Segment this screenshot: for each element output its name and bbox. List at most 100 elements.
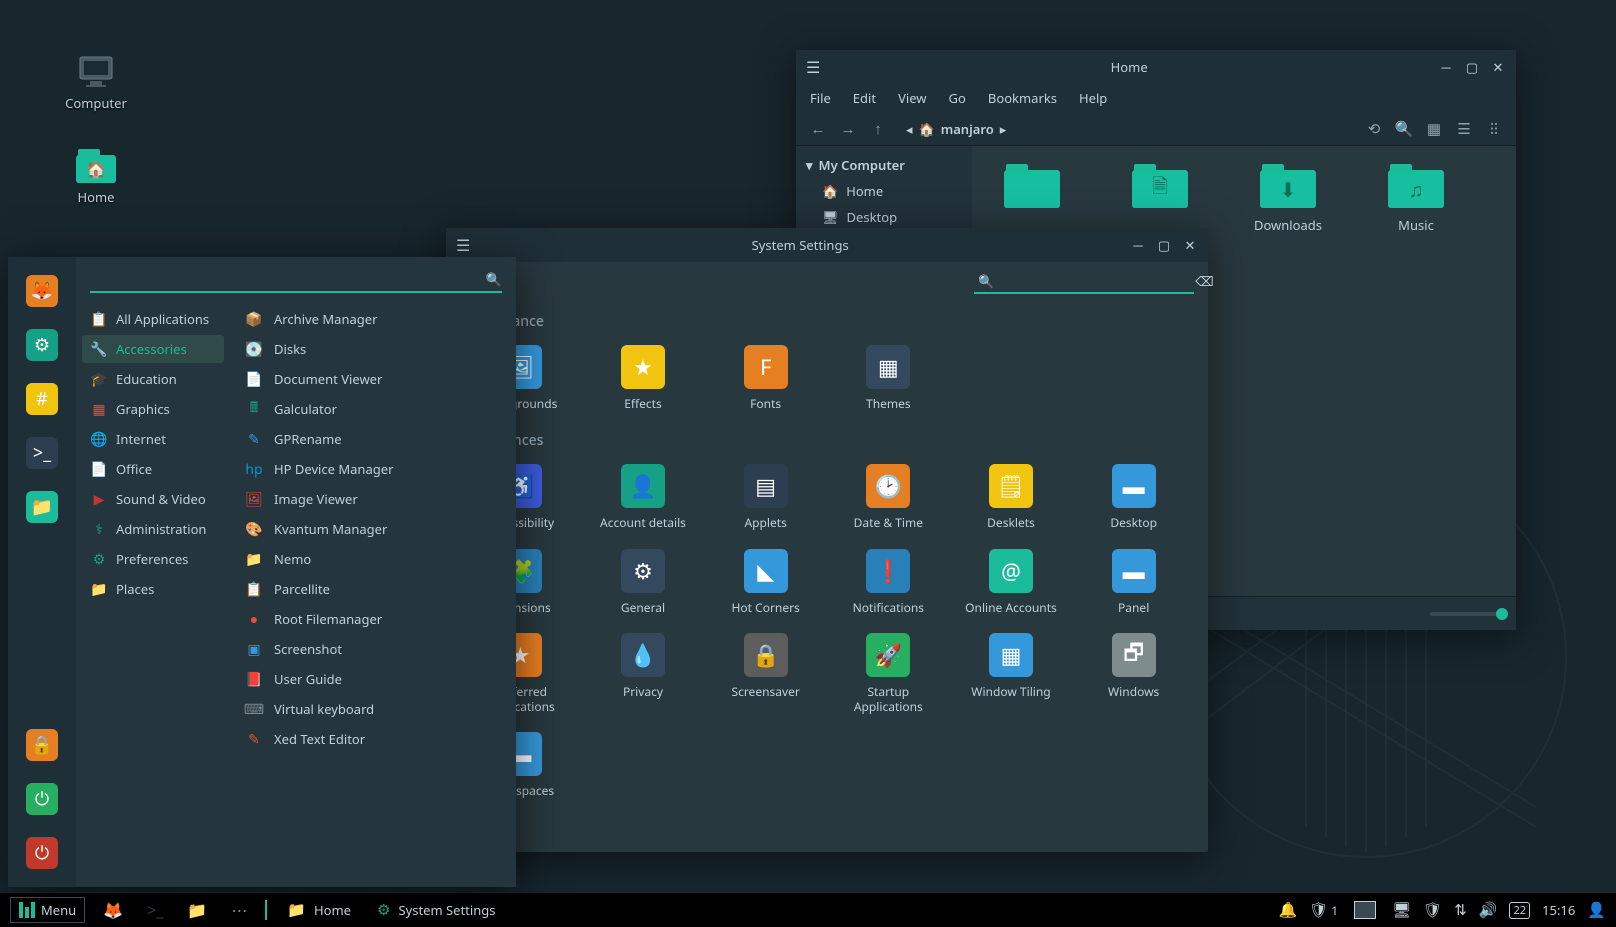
settings-fonts[interactable]: FFonts [709,345,822,411]
desktop-icon-computer[interactable]: Computer [48,54,144,112]
settings-themes[interactable]: ▦Themes [832,345,945,411]
app-galculator[interactable]: 🖩Galculator [236,395,510,423]
settings-window-tiling[interactable]: ▦Window Tiling [955,633,1068,714]
clear-icon[interactable]: ⌫ [1195,272,1213,290]
search-button[interactable]: 🔍 [1392,117,1416,141]
security-icon[interactable]: 🛡 [1423,900,1442,920]
settings-online-accounts[interactable]: @Online Accounts [955,549,1068,615]
app-disks[interactable]: 💽Disks [236,335,510,363]
launcher-firefox[interactable]: 🦊 [95,897,131,923]
folder-music[interactable]: ♫Music [1372,164,1460,234]
settings-general[interactable]: ⚙General [587,549,700,615]
sidebar-item-desktop[interactable]: 🖥Desktop [796,204,972,230]
menu-view[interactable]: View [898,89,926,107]
settings-windows[interactable]: 🗗Windows [1077,633,1190,714]
app-screenshot[interactable]: ▣Screenshot [236,635,510,663]
task-home[interactable]: 📁Home [277,897,361,923]
network-icon[interactable]: ⇅ [1454,900,1467,920]
system-settings-titlebar[interactable]: ☰ System Settings ─ ▢ ✕ [446,228,1208,262]
menu-search[interactable]: 🔍 [90,267,502,293]
launcher-files[interactable]: 📁 [179,897,215,923]
settings-hot-corners[interactable]: ◣Hot Corners [709,549,822,615]
hamburger-icon[interactable]: ☰ [806,56,820,78]
menu-help[interactable]: Help [1079,89,1107,107]
minimize-button[interactable]: ─ [1130,237,1146,253]
close-button[interactable]: ✕ [1490,59,1506,75]
category-preferences[interactable]: ⚙Preferences [82,545,224,573]
favorite-settings[interactable]: ⚙ [26,329,58,361]
maximize-button[interactable]: ▢ [1464,59,1480,75]
launcher-overflow[interactable]: ⋯ [223,897,255,923]
compact-view-button[interactable]: ⁝⁝ [1482,117,1506,141]
launcher-terminal[interactable]: >_ [139,897,171,923]
app-image-viewer[interactable]: 🖼Image Viewer [236,485,510,513]
favorite-terminal[interactable]: >_ [26,437,58,469]
forward-button[interactable]: → [836,117,860,141]
app-virtual-keyboard[interactable]: ⌨Virtual keyboard [236,695,510,723]
favorite-shutdown[interactable]: ⏻ [26,837,58,869]
settings-screensaver[interactable]: 🔒Screensaver [709,633,822,714]
file-manager-titlebar[interactable]: ☰ Home ─ ▢ ✕ [796,50,1516,84]
app-gprename[interactable]: ✎GPRename [236,425,510,453]
battery-icon[interactable]: 22 [1509,902,1530,919]
category-accessories[interactable]: 🔧Accessories [82,335,224,363]
maximize-button[interactable]: ▢ [1156,237,1172,253]
favorite-logout[interactable]: ⏻ [26,783,58,815]
app-parcellite[interactable]: 📋Parcellite [236,575,510,603]
category-graphics[interactable]: ▦Graphics [82,395,224,423]
notification-icon[interactable]: 🔔 [1279,900,1298,920]
menu-search-input[interactable] [90,270,480,288]
task-system-settings[interactable]: ⚙System Settings [367,897,505,923]
zoom-slider[interactable] [1430,612,1502,616]
category-places[interactable]: 📁Places [82,575,224,603]
app-hp-device-manager[interactable]: hpHP Device Manager [236,455,510,483]
update-icon[interactable]: 🛡1 [1309,900,1338,920]
settings-startup-applications[interactable]: 🚀Startup Applications [832,633,945,714]
refresh-button[interactable]: ⟲ [1362,117,1386,141]
settings-date-time[interactable]: 🕑Date & Time [832,464,945,530]
app-document-viewer[interactable]: 📄Document Viewer [236,365,510,393]
display-icon[interactable]: 🖥 [1392,900,1411,920]
settings-desktop[interactable]: ▬Desktop [1077,464,1190,530]
menu-bookmarks[interactable]: Bookmarks [988,89,1057,107]
folder-downloads[interactable]: ⬇Downloads [1244,164,1332,234]
category-sound-video[interactable]: ▶Sound & Video [82,485,224,513]
sidebar-header[interactable]: ▾ My Computer [796,152,972,178]
folder-item[interactable] [988,164,1076,234]
category-office[interactable]: 📄Office [82,455,224,483]
app-nemo[interactable]: 📁Nemo [236,545,510,573]
hamburger-icon[interactable]: ☰ [456,234,470,256]
favorite-files[interactable]: 📁 [26,491,58,523]
settings-account-details[interactable]: 👤Account details [587,464,700,530]
settings-applets[interactable]: ▤Applets [709,464,822,530]
category-administration[interactable]: ⚕Administration [82,515,224,543]
icon-view-button[interactable]: ▦ [1422,117,1446,141]
folder-item[interactable]: 🗎 [1116,164,1204,234]
favorite-lock[interactable]: 🔒 [26,729,58,761]
app-archive-manager[interactable]: 📦Archive Manager [236,305,510,333]
settings-search-input[interactable] [1000,271,1189,291]
settings-desklets[interactable]: 🗒Desklets [955,464,1068,530]
menu-file[interactable]: File [810,89,831,107]
minimize-button[interactable]: ─ [1438,59,1454,75]
app-user-guide[interactable]: 📕User Guide [236,665,510,693]
workspace-switcher[interactable] [1350,901,1380,919]
settings-effects[interactable]: ★Effects [587,345,700,411]
menu-go[interactable]: Go [949,89,966,107]
favorite-notes[interactable]: # [26,383,58,415]
user-icon[interactable]: 👤 [1587,900,1606,920]
back-button[interactable]: ← [806,117,830,141]
category-education[interactable]: 🎓Education [82,365,224,393]
category-all-applications[interactable]: 📋All Applications [82,305,224,333]
app-xed-text-editor[interactable]: ✎Xed Text Editor [236,725,510,753]
menu-button[interactable]: Menu [10,897,85,923]
desktop-icon-home[interactable]: 🏠 Home [48,148,144,206]
settings-privacy[interactable]: 💧Privacy [587,633,700,714]
close-button[interactable]: ✕ [1182,237,1198,253]
settings-panel[interactable]: ▬Panel [1077,549,1190,615]
clock[interactable]: 15:16 [1542,901,1575,919]
list-view-button[interactable]: ☰ [1452,117,1476,141]
up-button[interactable]: ↑ [866,117,890,141]
settings-search[interactable]: 🔍 ⌫ [974,270,1194,294]
category-internet[interactable]: 🌐Internet [82,425,224,453]
